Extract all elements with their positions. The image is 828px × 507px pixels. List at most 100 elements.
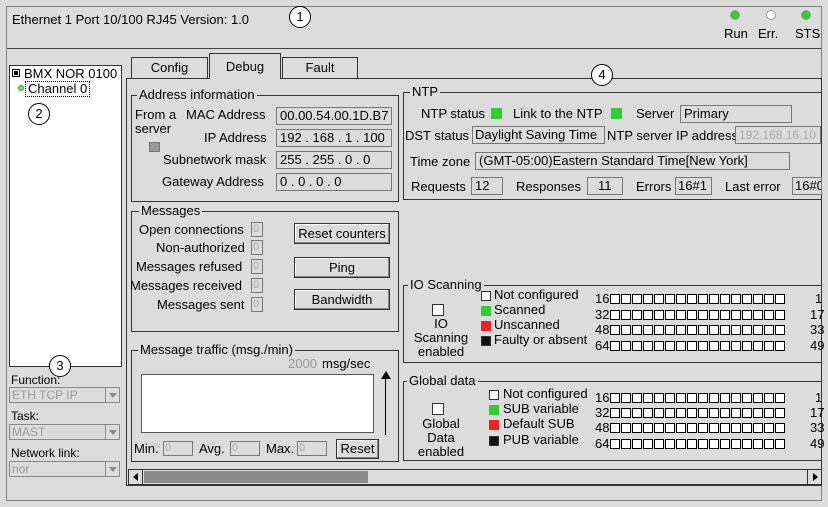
- slot-cell[interactable]: [709, 310, 719, 320]
- horizontal-scrollbar[interactable]: [128, 469, 822, 485]
- slot-cell[interactable]: [654, 439, 664, 449]
- slot-cell[interactable]: [676, 423, 686, 433]
- task-select[interactable]: MAST: [9, 424, 120, 440]
- slot-cell[interactable]: [775, 439, 785, 449]
- gd-row-cells[interactable]: [610, 393, 785, 403]
- slot-cell[interactable]: [632, 325, 642, 335]
- slot-cell[interactable]: [687, 294, 697, 304]
- slot-cell[interactable]: [720, 393, 730, 403]
- scroll-right-button[interactable]: [807, 470, 821, 484]
- slot-cell[interactable]: [720, 341, 730, 351]
- scroll-thumb[interactable]: [144, 471, 368, 483]
- slot-cell[interactable]: [753, 325, 763, 335]
- module-tree[interactable]: BMX NOR 0100 Channel 0: [9, 65, 122, 367]
- slot-cell[interactable]: [643, 341, 653, 351]
- slot-cell[interactable]: [610, 341, 620, 351]
- slot-cell[interactable]: [610, 325, 620, 335]
- slot-cell[interactable]: [610, 408, 620, 418]
- slot-cell[interactable]: [709, 439, 719, 449]
- slot-cell[interactable]: [753, 423, 763, 433]
- slot-cell[interactable]: [610, 310, 620, 320]
- slot-cell[interactable]: [709, 393, 719, 403]
- slot-cell[interactable]: [687, 310, 697, 320]
- slot-cell[interactable]: [665, 408, 675, 418]
- slot-cell[interactable]: [665, 439, 675, 449]
- slot-cell[interactable]: [632, 423, 642, 433]
- slot-cell[interactable]: [676, 325, 686, 335]
- ping-button[interactable]: Ping: [294, 257, 390, 278]
- slot-cell[interactable]: [610, 439, 620, 449]
- slot-cell[interactable]: [775, 341, 785, 351]
- slot-cell[interactable]: [764, 310, 774, 320]
- slot-cell[interactable]: [610, 294, 620, 304]
- slot-cell[interactable]: [687, 341, 697, 351]
- slot-cell[interactable]: [720, 439, 730, 449]
- slot-cell[interactable]: [610, 393, 620, 403]
- slot-cell[interactable]: [709, 423, 719, 433]
- slot-cell[interactable]: [731, 341, 741, 351]
- slot-cell[interactable]: [632, 408, 642, 418]
- slot-cell[interactable]: [731, 439, 741, 449]
- slot-cell[interactable]: [654, 423, 664, 433]
- slot-cell[interactable]: [753, 439, 763, 449]
- slot-cell[interactable]: [654, 341, 664, 351]
- slot-cell[interactable]: [698, 325, 708, 335]
- slot-cell[interactable]: [709, 341, 719, 351]
- slot-cell[interactable]: [687, 393, 697, 403]
- slot-cell[interactable]: [632, 294, 642, 304]
- slot-cell[interactable]: [720, 325, 730, 335]
- slot-cell[interactable]: [643, 408, 653, 418]
- slot-cell[interactable]: [742, 294, 752, 304]
- global-data-enabled-checkbox[interactable]: [432, 403, 444, 415]
- slot-cell[interactable]: [643, 393, 653, 403]
- slot-cell[interactable]: [753, 310, 763, 320]
- slot-cell[interactable]: [709, 325, 719, 335]
- slot-cell[interactable]: [753, 294, 763, 304]
- gd-row-cells[interactable]: [610, 423, 785, 433]
- slot-cell[interactable]: [687, 439, 697, 449]
- slot-cell[interactable]: [742, 393, 752, 403]
- slot-cell[interactable]: [665, 341, 675, 351]
- slot-cell[interactable]: [764, 439, 774, 449]
- slot-cell[interactable]: [654, 408, 664, 418]
- slot-cell[interactable]: [632, 341, 642, 351]
- slot-cell[interactable]: [621, 439, 631, 449]
- chevron-down-icon[interactable]: [105, 462, 119, 476]
- slot-cell[interactable]: [720, 408, 730, 418]
- slot-cell[interactable]: [720, 294, 730, 304]
- slot-cell[interactable]: [731, 423, 741, 433]
- slot-cell[interactable]: [731, 325, 741, 335]
- io-scanning-enabled-checkbox[interactable]: [432, 304, 444, 316]
- slot-cell[interactable]: [665, 325, 675, 335]
- io-row-cells[interactable]: [610, 341, 785, 351]
- slot-cell[interactable]: [632, 393, 642, 403]
- slot-cell[interactable]: [621, 423, 631, 433]
- slot-cell[interactable]: [764, 325, 774, 335]
- slot-cell[interactable]: [665, 310, 675, 320]
- slot-cell[interactable]: [753, 341, 763, 351]
- slot-cell[interactable]: [654, 325, 664, 335]
- slot-cell[interactable]: [698, 408, 708, 418]
- gd-row-cells[interactable]: [610, 408, 785, 418]
- slot-cell[interactable]: [764, 408, 774, 418]
- slot-cell[interactable]: [676, 341, 686, 351]
- slot-cell[interactable]: [665, 294, 675, 304]
- slot-cell[interactable]: [698, 423, 708, 433]
- slot-cell[interactable]: [632, 310, 642, 320]
- slot-cell[interactable]: [632, 439, 642, 449]
- io-row-cells[interactable]: [610, 310, 785, 320]
- slot-cell[interactable]: [621, 310, 631, 320]
- slot-cell[interactable]: [687, 325, 697, 335]
- function-select[interactable]: ETH TCP IP: [9, 387, 120, 403]
- slot-cell[interactable]: [621, 294, 631, 304]
- slot-cell[interactable]: [621, 393, 631, 403]
- gd-row-cells[interactable]: [610, 439, 785, 449]
- slot-cell[interactable]: [742, 341, 752, 351]
- slot-cell[interactable]: [643, 294, 653, 304]
- slot-cell[interactable]: [775, 310, 785, 320]
- traffic-reset-button[interactable]: Reset: [336, 439, 379, 459]
- slot-cell[interactable]: [731, 393, 741, 403]
- slot-cell[interactable]: [698, 439, 708, 449]
- slot-cell[interactable]: [654, 294, 664, 304]
- slot-cell[interactable]: [753, 393, 763, 403]
